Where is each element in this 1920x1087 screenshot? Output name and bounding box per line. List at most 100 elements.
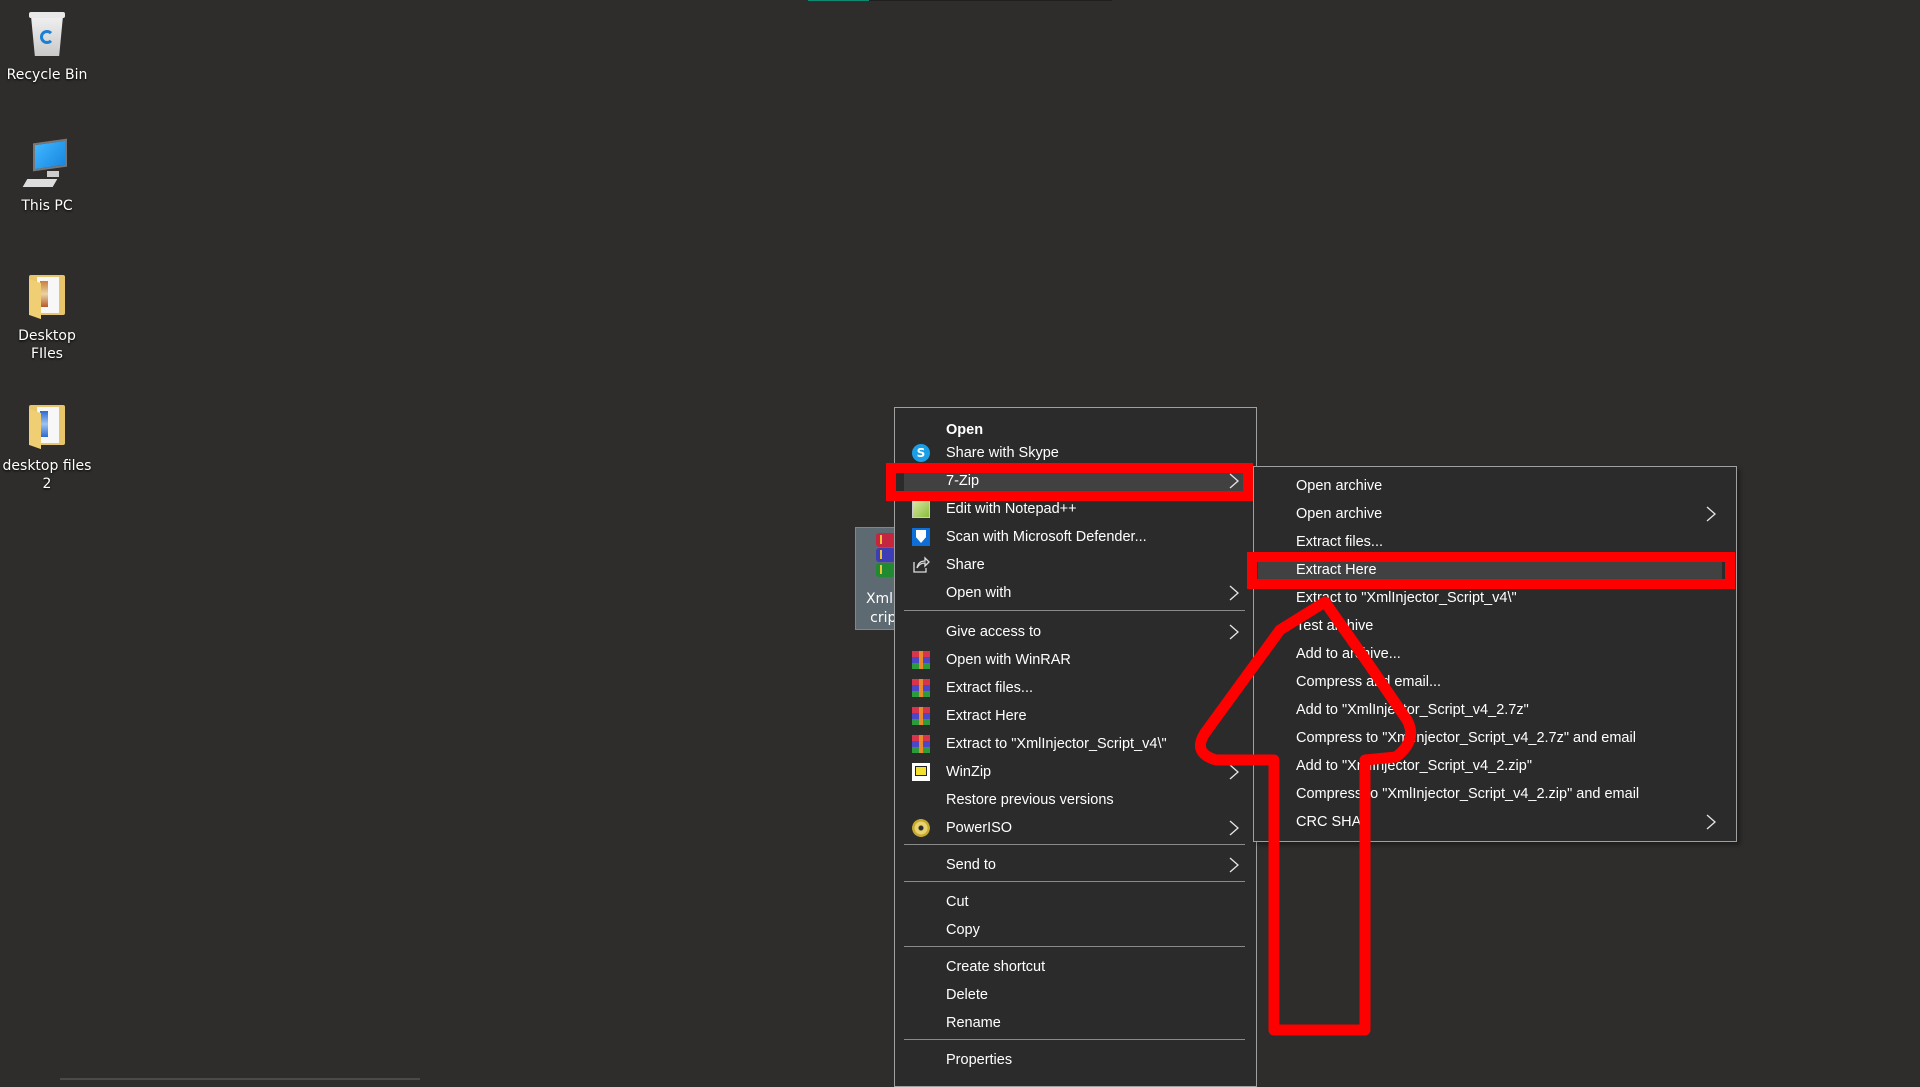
submenu-item-open-archive[interactable]: Open archive: [1258, 474, 1722, 498]
folder-icon: [23, 271, 71, 321]
menu-item-label: Properties: [946, 1052, 1013, 1068]
winrar-icon: [912, 735, 930, 753]
desktop-icon-label: This PC: [21, 198, 73, 214]
submenu-item-compress-and-email[interactable]: Compress and email...: [1258, 670, 1722, 694]
poweriso-icon: [912, 819, 930, 837]
taskbar-preview-strip: [808, 0, 1112, 1]
winrar-icon: [912, 679, 930, 697]
menu-separator: [904, 1039, 1245, 1040]
chevron-right-icon: [1227, 584, 1241, 602]
submenu-item-label: Add to "XmlInjector_Script_v4_2.7z": [1296, 702, 1529, 718]
submenu-item-label: Extract Here: [1296, 562, 1377, 578]
submenu-item-test-archive[interactable]: Test archive: [1258, 614, 1722, 638]
submenu-item-open-archive[interactable]: Open archive: [1258, 502, 1722, 526]
folder-icon: [23, 401, 71, 451]
menu-item-share[interactable]: Share: [904, 553, 1245, 577]
chevron-right-icon: [1227, 856, 1241, 874]
menu-item-label: Open: [946, 422, 984, 438]
submenu-item-label: Test archive: [1296, 618, 1374, 634]
chevron-right-icon: [1704, 813, 1718, 831]
submenu-item-label: Compress to "XmlInjector_Script_v4_2.7z"…: [1296, 730, 1636, 746]
share-icon: [912, 556, 930, 574]
submenu-item-label: Add to archive...: [1296, 646, 1401, 662]
winzip-icon: [912, 763, 930, 781]
menu-separator: [904, 881, 1245, 882]
submenu-item-compress-to-xmlinjector-script-v4-2-zip-and-email[interactable]: Compress to "XmlInjector_Script_v4_2.zip…: [1258, 782, 1722, 806]
submenu-item-add-to-archive[interactable]: Add to archive...: [1258, 642, 1722, 666]
winrar-icon: [912, 707, 930, 725]
desktop-icon-recycle-bin[interactable]: Recycle Bin: [0, 10, 94, 84]
winrar-icon: [912, 651, 930, 669]
menu-item-label: Open with: [946, 585, 1012, 601]
menu-item-label: PowerISO: [946, 820, 1013, 836]
context-menu: Open S Share with Skype 7-Zip Edit with Note…: [894, 407, 1257, 1087]
menu-item-label: Send to: [946, 857, 996, 873]
menu-item-edit-with-notepad[interactable]: Edit with Notepad++: [904, 497, 1245, 521]
menu-item-poweriso[interactable]: PowerISO: [904, 816, 1245, 840]
desktop-icon-this-pc[interactable]: This PC: [0, 138, 94, 215]
submenu-item-label: Extract to "XmlInjector_Script_v4\": [1296, 590, 1517, 606]
menu-item-restore-previous-versions[interactable]: Restore previous versions: [904, 788, 1245, 812]
menu-item-extract-here[interactable]: Extract Here: [904, 704, 1245, 728]
menu-item-create-shortcut[interactable]: Create shortcut: [904, 955, 1245, 979]
notepad-plus-plus-icon: [912, 500, 930, 518]
menu-item-label: Rename: [946, 1015, 1001, 1031]
submenu-item-add-to-xmlinjector-script-v4-2-7z[interactable]: Add to "XmlInjector_Script_v4_2.7z": [1258, 698, 1722, 722]
submenu-item-extract-files[interactable]: Extract files...: [1258, 530, 1722, 554]
menu-item-open-with[interactable]: Open with: [904, 581, 1245, 605]
menu-item-properties[interactable]: Properties: [904, 1048, 1245, 1072]
menu-item-label: Copy: [946, 922, 980, 938]
menu-separator: [904, 946, 1245, 947]
menu-item-open[interactable]: Open: [904, 418, 1245, 442]
menu-item-delete[interactable]: Delete: [904, 983, 1245, 1007]
menu-item-label: Give access to: [946, 624, 1042, 640]
recycle-bin-icon: [23, 10, 71, 60]
submenu-item-extract-to-xmlinjector-script-v4[interactable]: Extract to "XmlInjector_Script_v4\": [1258, 586, 1722, 610]
submenu-item-label: Open archive: [1296, 506, 1383, 522]
submenu-item-compress-to-xmlinjector-script-v4-2-7z-and-email[interactable]: Compress to "XmlInjector_Script_v4_2.7z"…: [1258, 726, 1722, 750]
submenu-item-label: Compress to "XmlInjector_Script_v4_2.zip…: [1296, 786, 1640, 802]
submenu-item-label: CRC SHA: [1296, 814, 1362, 830]
submenu-item-crc-sha[interactable]: CRC SHA: [1258, 810, 1722, 834]
menu-item-extract-files[interactable]: Extract files...: [904, 676, 1245, 700]
submenu-item-extract-here[interactable]: Extract Here: [1258, 558, 1722, 582]
desktop-icon-label: desktop files 2: [2, 458, 92, 492]
menu-item-rename[interactable]: Rename: [904, 1011, 1245, 1035]
defender-shield-icon: [912, 528, 930, 546]
menu-item-give-access-to[interactable]: Give access to: [904, 620, 1245, 644]
menu-item-label: Delete: [946, 987, 988, 1003]
computer-icon: [22, 138, 71, 191]
menu-item-winzip[interactable]: WinZip: [904, 760, 1245, 784]
menu-item-cut[interactable]: Cut: [904, 890, 1245, 914]
menu-item-label: Create shortcut: [946, 959, 1046, 975]
menu-item-label: Extract Here: [946, 708, 1027, 724]
menu-item-label: Share with Skype: [946, 445, 1059, 461]
winrar-archive-icon: [876, 533, 894, 578]
menu-item-extract-to-xmlinjector-script-v4[interactable]: Extract to "XmlInjector_Script_v4\": [904, 732, 1245, 756]
desktop-icon-label: Recycle Bin: [6, 67, 88, 83]
chevron-right-icon: [1227, 763, 1241, 781]
menu-item-label: Open with WinRAR: [946, 652, 1071, 668]
submenu-item-label: Add to "XmlInjector_Script_v4_2.zip": [1296, 758, 1532, 774]
menu-item-label: Cut: [946, 894, 969, 910]
desktop-icon-desktop-files[interactable]: Desktop FIles: [0, 271, 94, 363]
menu-item-send-to[interactable]: Send to: [904, 853, 1245, 877]
chevron-right-icon: [1227, 472, 1241, 490]
file-label: XmlIn cript: [865, 591, 894, 626]
selected-archive-file[interactable]: XmlIn cript: [855, 527, 895, 630]
menu-item-copy[interactable]: Copy: [904, 918, 1245, 942]
menu-item-share-with-skype[interactable]: S Share with Skype: [904, 441, 1245, 465]
chevron-right-icon: [1227, 623, 1241, 641]
desktop-icon-desktop-files-2[interactable]: desktop files 2: [0, 401, 94, 493]
menu-separator: [904, 844, 1245, 845]
menu-item-label: WinZip: [946, 764, 992, 780]
menu-item-label: Extract files...: [946, 680, 1034, 696]
menu-item-label: Extract to "XmlInjector_Script_v4\": [946, 736, 1167, 752]
menu-item-label: Share: [946, 557, 985, 573]
menu-item-open-with-winrar[interactable]: Open with WinRAR: [904, 648, 1245, 672]
submenu-item-add-to-xmlinjector-script-v4-2-zip[interactable]: Add to "XmlInjector_Script_v4_2.zip": [1258, 754, 1722, 778]
menu-item-scan-with-microsoft-defender[interactable]: Scan with Microsoft Defender...: [904, 525, 1245, 549]
menu-item-7-zip[interactable]: 7-Zip: [904, 469, 1245, 493]
menu-item-label: Restore previous versions: [946, 792, 1114, 808]
desktop-icon-label: Desktop FIles: [18, 328, 76, 362]
